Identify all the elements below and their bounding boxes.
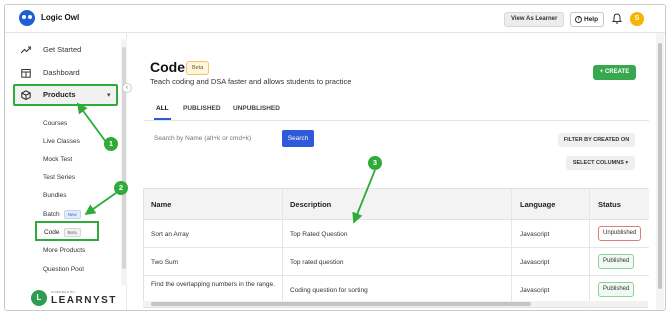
- page-subtitle: Teach coding and DSA faster and allows s…: [150, 77, 352, 86]
- main-vertical-scrollbar[interactable]: [656, 33, 664, 310]
- learnyst-mark-icon: L: [31, 290, 47, 306]
- beta-badge: Beta: [63, 228, 81, 237]
- app-window: Logic Owl View As Learner ? Help S Get St…: [4, 4, 666, 311]
- sidebar-subitem-bundles[interactable]: Bundles: [43, 192, 67, 199]
- cell-description: Top Rated Question: [290, 231, 348, 238]
- learnyst-wordmark: LEARNYST: [51, 295, 117, 306]
- sidebar-item-label: Get Started: [43, 45, 82, 54]
- tab-published[interactable]: PUBLISHED: [183, 105, 221, 112]
- create-button[interactable]: + CREATE: [593, 65, 636, 80]
- table-horizontal-scrollbar[interactable]: [143, 301, 648, 307]
- sidebar-subitem-label: Mock Test: [43, 156, 73, 163]
- top-bar: Logic Owl View As Learner ? Help S: [5, 5, 665, 33]
- user-avatar[interactable]: S: [630, 12, 644, 26]
- sidebar-subitem-label: Test Series: [43, 174, 76, 181]
- sidebar-subitem-question-pool[interactable]: Question Pool: [43, 266, 84, 273]
- cell-language: Javascript: [520, 259, 550, 266]
- sidebar-subitem-batch[interactable]: Batch New: [43, 210, 81, 219]
- status-badge: Published: [598, 282, 635, 297]
- select-columns-button[interactable]: SELECT COLUMNS ▾: [566, 156, 635, 170]
- bell-icon[interactable]: [612, 13, 622, 24]
- owl-logo-icon: [19, 10, 35, 26]
- cell-language: Javascript: [520, 287, 550, 294]
- horizontal-scroll-thumb[interactable]: [151, 302, 531, 306]
- sidebar-subitem-label: Code Beta: [44, 228, 81, 237]
- column-header-description[interactable]: Description: [290, 200, 331, 209]
- cell-name[interactable]: Find the overlapping numbers in the rang…: [151, 280, 276, 289]
- sidebar-subitem-courses[interactable]: Courses: [43, 120, 67, 127]
- column-divider: [282, 189, 283, 309]
- sidebar: Get Started Dashboard Products ▾ Courses…: [5, 33, 132, 310]
- sidebar-subitem-code[interactable]: Code Beta: [35, 221, 99, 241]
- sidebar-item-products[interactable]: Products ▾: [13, 84, 118, 106]
- trend-up-icon: [21, 46, 31, 54]
- vertical-scroll-thumb[interactable]: [658, 43, 662, 289]
- sidebar-scrollbar[interactable]: [121, 39, 127, 285]
- sidebar-item-label: Products: [43, 90, 76, 99]
- column-header-language[interactable]: Language: [520, 200, 555, 209]
- learnyst-logo: L POWERED BY LEARNYST: [13, 289, 118, 310]
- search-button[interactable]: Search: [282, 130, 314, 147]
- view-as-learner-button[interactable]: View As Learner: [504, 12, 565, 27]
- sidebar-subitem-test-series[interactable]: Test Series: [43, 174, 75, 181]
- sidebar-subitem-mock-test[interactable]: Mock Test: [43, 156, 72, 163]
- sidebar-subitem-label: Bundles: [43, 192, 67, 199]
- sidebar-subitem-label: Courses: [43, 120, 68, 127]
- new-badge: New: [63, 210, 81, 219]
- sidebar-scroll-thumb[interactable]: [122, 47, 126, 269]
- help-label: Help: [584, 16, 599, 23]
- page-title: Code: [150, 59, 185, 75]
- page-title-badge: Beta: [186, 61, 210, 75]
- filter-by-created-on-button[interactable]: FILTER BY CREATED ON: [558, 133, 635, 147]
- column-divider: [589, 189, 590, 309]
- box-icon: [21, 90, 31, 100]
- table-row[interactable]: Two Sum Top rated question Javascript Pu…: [144, 248, 649, 276]
- table-header: Name Description Language Status: [144, 189, 649, 220]
- cell-description: Coding question for sorting: [290, 287, 368, 294]
- select-columns-label: SELECT COLUMNS: [572, 160, 624, 166]
- help-button[interactable]: ? Help: [570, 12, 604, 27]
- cell-language: Javascript: [520, 231, 550, 238]
- cell-description: Top rated question: [290, 259, 344, 266]
- sidebar-subitem-label: Batch: [43, 211, 60, 219]
- help-icon: ?: [575, 15, 582, 23]
- code-questions-table: Name Description Language Status Sort an…: [143, 188, 649, 309]
- search-input[interactable]: [148, 130, 278, 147]
- sidebar-subitem-more-products[interactable]: More Products: [43, 247, 85, 254]
- brand-name: Logic Owl: [41, 13, 80, 22]
- chevron-down-icon: ▾: [625, 160, 629, 166]
- tabs-divider: [144, 120, 649, 121]
- sidebar-subitem-live-classes[interactable]: Live Classes: [43, 138, 80, 145]
- cell-name[interactable]: Sort an Array: [151, 230, 189, 239]
- column-divider: [511, 189, 512, 309]
- status-badge: Published: [598, 254, 635, 269]
- tab-unpublished[interactable]: UNPUBLISHED: [233, 105, 280, 112]
- sidebar-subitem-label: More Products: [43, 247, 86, 254]
- tab-all[interactable]: ALL: [156, 105, 169, 112]
- sidebar-item-label: Dashboard: [43, 68, 80, 77]
- calendar-icon: [21, 69, 31, 78]
- main-content: Code Beta Teach coding and DSA faster an…: [128, 33, 665, 310]
- status-badge: Unpublished: [598, 226, 642, 241]
- cell-name[interactable]: Two Sum: [151, 258, 178, 267]
- column-header-status[interactable]: Status: [598, 200, 621, 209]
- chevron-down-icon: ▾: [107, 92, 111, 99]
- table-row[interactable]: Sort an Array Top Rated Question Javascr…: [144, 220, 649, 248]
- column-header-name[interactable]: Name: [151, 200, 171, 209]
- sidebar-subitem-label: Question Pool: [43, 266, 84, 273]
- powered-by-label: POWERED BY: [51, 290, 76, 294]
- sidebar-subitem-label: Live Classes: [43, 138, 80, 145]
